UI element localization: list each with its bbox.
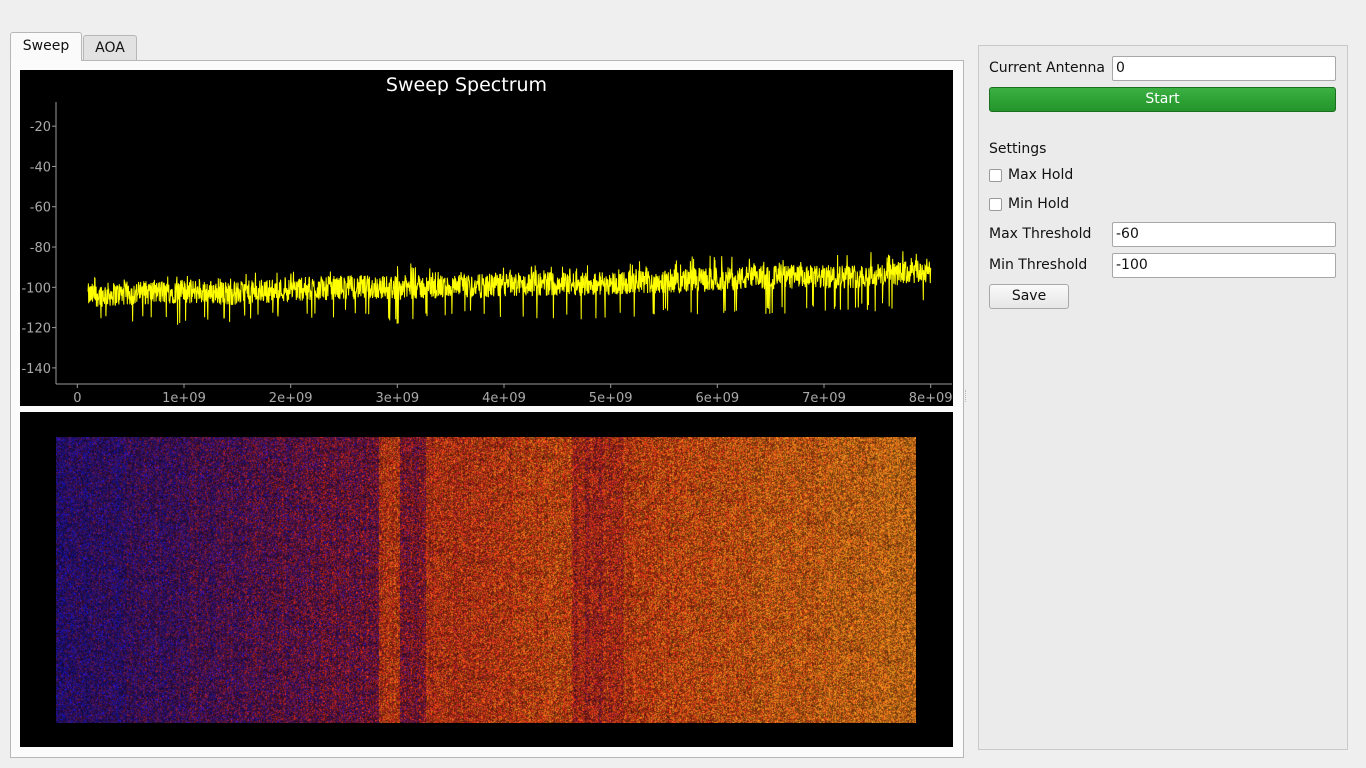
min-threshold-label: Min Threshold	[989, 257, 1088, 273]
spectrum-chart-svg: -20 -40 -60 -80 -100 -120 -140 0 1e+09 2e+09 3e+09…	[21, 102, 953, 406]
x-tick-label: 6e+09	[695, 391, 739, 406]
x-tick-label: 5e+09	[589, 391, 633, 406]
max-threshold-label: Max Threshold	[989, 226, 1092, 242]
min-hold-label[interactable]: Min Hold	[1008, 196, 1069, 212]
x-tick-label: 3e+09	[375, 391, 419, 406]
max-hold-label[interactable]: Max Hold	[1008, 167, 1073, 183]
x-tick-label: 4e+09	[482, 391, 526, 406]
y-tick-label: -100	[21, 281, 51, 296]
chart-title: Sweep Spectrum	[385, 74, 548, 96]
max-threshold-field[interactable]: -60	[1112, 222, 1336, 247]
splitter-handle[interactable]	[965, 390, 969, 402]
y-tick-label: -120	[21, 322, 51, 337]
spectrum-trace	[87, 251, 932, 325]
save-button[interactable]: Save	[989, 284, 1069, 309]
y-tick-label: -140	[21, 362, 51, 377]
min-threshold-field[interactable]: -100	[1112, 253, 1336, 278]
x-tick-label: 1e+09	[162, 391, 206, 406]
max-hold-checkbox[interactable]	[989, 169, 1002, 182]
y-tick-label: -60	[30, 201, 51, 216]
y-tick-label: -80	[30, 241, 51, 256]
current-antenna-label: Current Antenna	[989, 60, 1105, 76]
min-hold-checkbox[interactable]	[989, 198, 1002, 211]
settings-heading: Settings	[989, 141, 1047, 157]
sweep-spectrum-plot[interactable]: -20 -40 -60 -80 -100 -120 -140 0 1e+09 2e+09 3e+09…	[20, 70, 953, 406]
y-tick-label: -20	[30, 120, 51, 135]
x-tick-label: 0	[73, 391, 81, 406]
start-button[interactable]: Start	[989, 87, 1336, 112]
tab-aoa[interactable]: AOA	[83, 35, 137, 60]
y-tick-label: -40	[30, 160, 51, 175]
x-tick-label: 7e+09	[802, 391, 846, 406]
waterfall-image	[56, 437, 916, 723]
x-tick-label: 8e+09	[909, 391, 953, 406]
tab-sweep[interactable]: Sweep	[10, 32, 82, 61]
waterfall-plot[interactable]	[20, 412, 953, 747]
current-antenna-field[interactable]: 0	[1112, 56, 1336, 81]
x-tick-label: 2e+09	[269, 391, 313, 406]
